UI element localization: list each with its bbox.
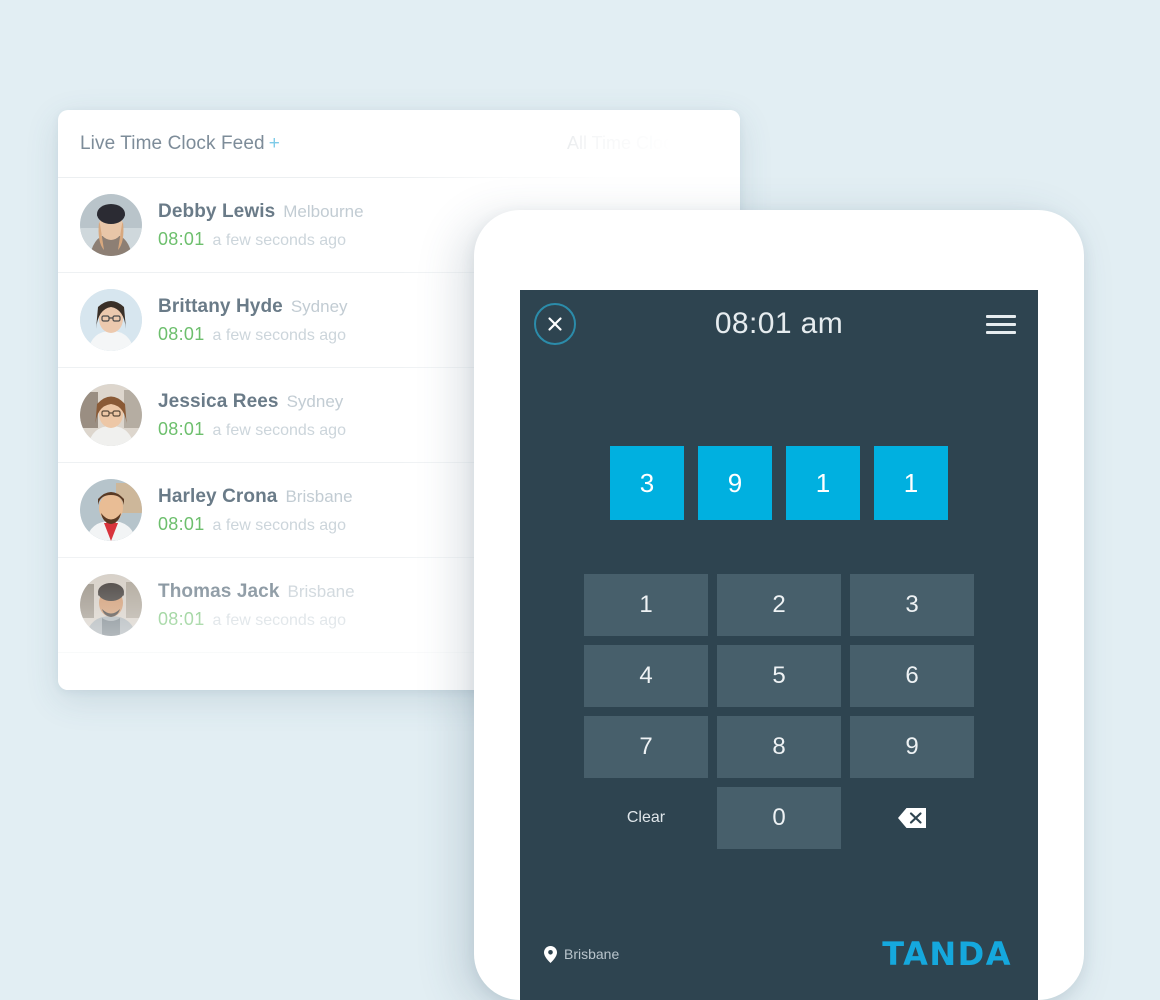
backspace-button[interactable] [850, 787, 974, 849]
numeric-keypad: 1 2 3 4 5 6 7 8 9 Clear 0 [520, 574, 1038, 849]
clock-time: 08:01 [158, 608, 205, 629]
location-label: Brisbane [564, 946, 620, 962]
chevron-down-icon [700, 140, 712, 147]
feed-header: Live Time Clock Feed + All Time Clocks [58, 110, 740, 178]
tanda-logo: TANDA [882, 935, 1012, 973]
avatar [80, 574, 142, 636]
keypad-key-3[interactable]: 3 [850, 574, 974, 636]
clock-relative-time: a few seconds ago [212, 326, 346, 344]
employee-location: Brisbane [287, 581, 355, 601]
backspace-icon [898, 808, 926, 828]
keypad-key-1[interactable]: 1 [584, 574, 708, 636]
clock-relative-time: a few seconds ago [212, 611, 346, 629]
feed-title-group: Live Time Clock Feed + [80, 133, 280, 155]
map-pin-icon [544, 945, 557, 963]
close-button[interactable] [534, 303, 576, 345]
employee-location: Sydney [286, 391, 344, 411]
clock-relative-time: a few seconds ago [212, 516, 346, 534]
avatar [80, 289, 142, 351]
list-item-text: Jessica Rees Sydney 08:01 a few seconds … [158, 391, 346, 440]
app-footer: Brisbane TANDA [520, 908, 1038, 1000]
device-location: Brisbane [544, 945, 620, 963]
employee-name: Thomas Jack [158, 580, 280, 602]
list-item-text: Harley Crona Brisbane 08:01 a few second… [158, 486, 353, 535]
employee-name: Debby Lewis [158, 200, 276, 222]
avatar [80, 384, 142, 446]
clock-time: 08:01 [158, 323, 205, 344]
clock-relative-time: a few seconds ago [212, 421, 346, 439]
page-title: Live Time Clock Feed [80, 132, 265, 154]
clock-relative-time: a few seconds ago [212, 231, 346, 249]
list-item-text: Thomas Jack Brisbane 08:01 a few seconds… [158, 581, 355, 630]
add-feed-icon[interactable]: + [269, 133, 280, 154]
employee-name: Jessica Rees [158, 390, 279, 412]
keypad-key-8[interactable]: 8 [717, 716, 841, 778]
time-clock-filter-label: All Time Clocks [566, 133, 690, 153]
close-icon [548, 317, 562, 331]
employee-location: Brisbane [285, 486, 353, 506]
keypad-key-5[interactable]: 5 [717, 645, 841, 707]
time-clock-app-screen: 08:01 am 3 9 1 1 1 2 3 4 5 6 7 8 9 Clear… [520, 290, 1038, 1000]
clock-time: 08:01 [158, 418, 205, 439]
keypad-key-2[interactable]: 2 [717, 574, 841, 636]
clear-button[interactable]: Clear [584, 787, 708, 849]
clock-time: 08:01 [158, 513, 205, 534]
keypad-key-0[interactable]: 0 [717, 787, 841, 849]
employee-location: Sydney [290, 296, 348, 316]
avatar [80, 479, 142, 541]
hamburger-menu-icon[interactable] [986, 314, 1016, 334]
time-clock-filter-dropdown[interactable]: All Time Clocks [567, 133, 712, 154]
keypad-key-7[interactable]: 7 [584, 716, 708, 778]
keypad-key-9[interactable]: 9 [850, 716, 974, 778]
list-item-text: Brittany Hyde Sydney 08:01 a few seconds… [158, 296, 348, 345]
pin-digit-tile: 1 [874, 446, 948, 520]
pin-digit-tile: 1 [786, 446, 860, 520]
list-item-text: Debby Lewis Melbourne 08:01 a few second… [158, 201, 364, 250]
clock-time: 08:01 [158, 228, 205, 249]
employee-location: Melbourne [283, 201, 364, 221]
app-topbar: 08:01 am [520, 290, 1038, 358]
avatar [80, 194, 142, 256]
phone-mockup: 08:01 am 3 9 1 1 1 2 3 4 5 6 7 8 9 Clear… [474, 210, 1084, 1000]
keypad-key-6[interactable]: 6 [850, 645, 974, 707]
employee-name: Brittany Hyde [158, 295, 283, 317]
pin-display: 3 9 1 1 [520, 446, 1038, 520]
employee-name: Harley Crona [158, 485, 278, 507]
current-time: 08:01 am [714, 307, 844, 340]
pin-digit-tile: 3 [610, 446, 684, 520]
pin-digit-tile: 9 [698, 446, 772, 520]
keypad-key-4[interactable]: 4 [584, 645, 708, 707]
